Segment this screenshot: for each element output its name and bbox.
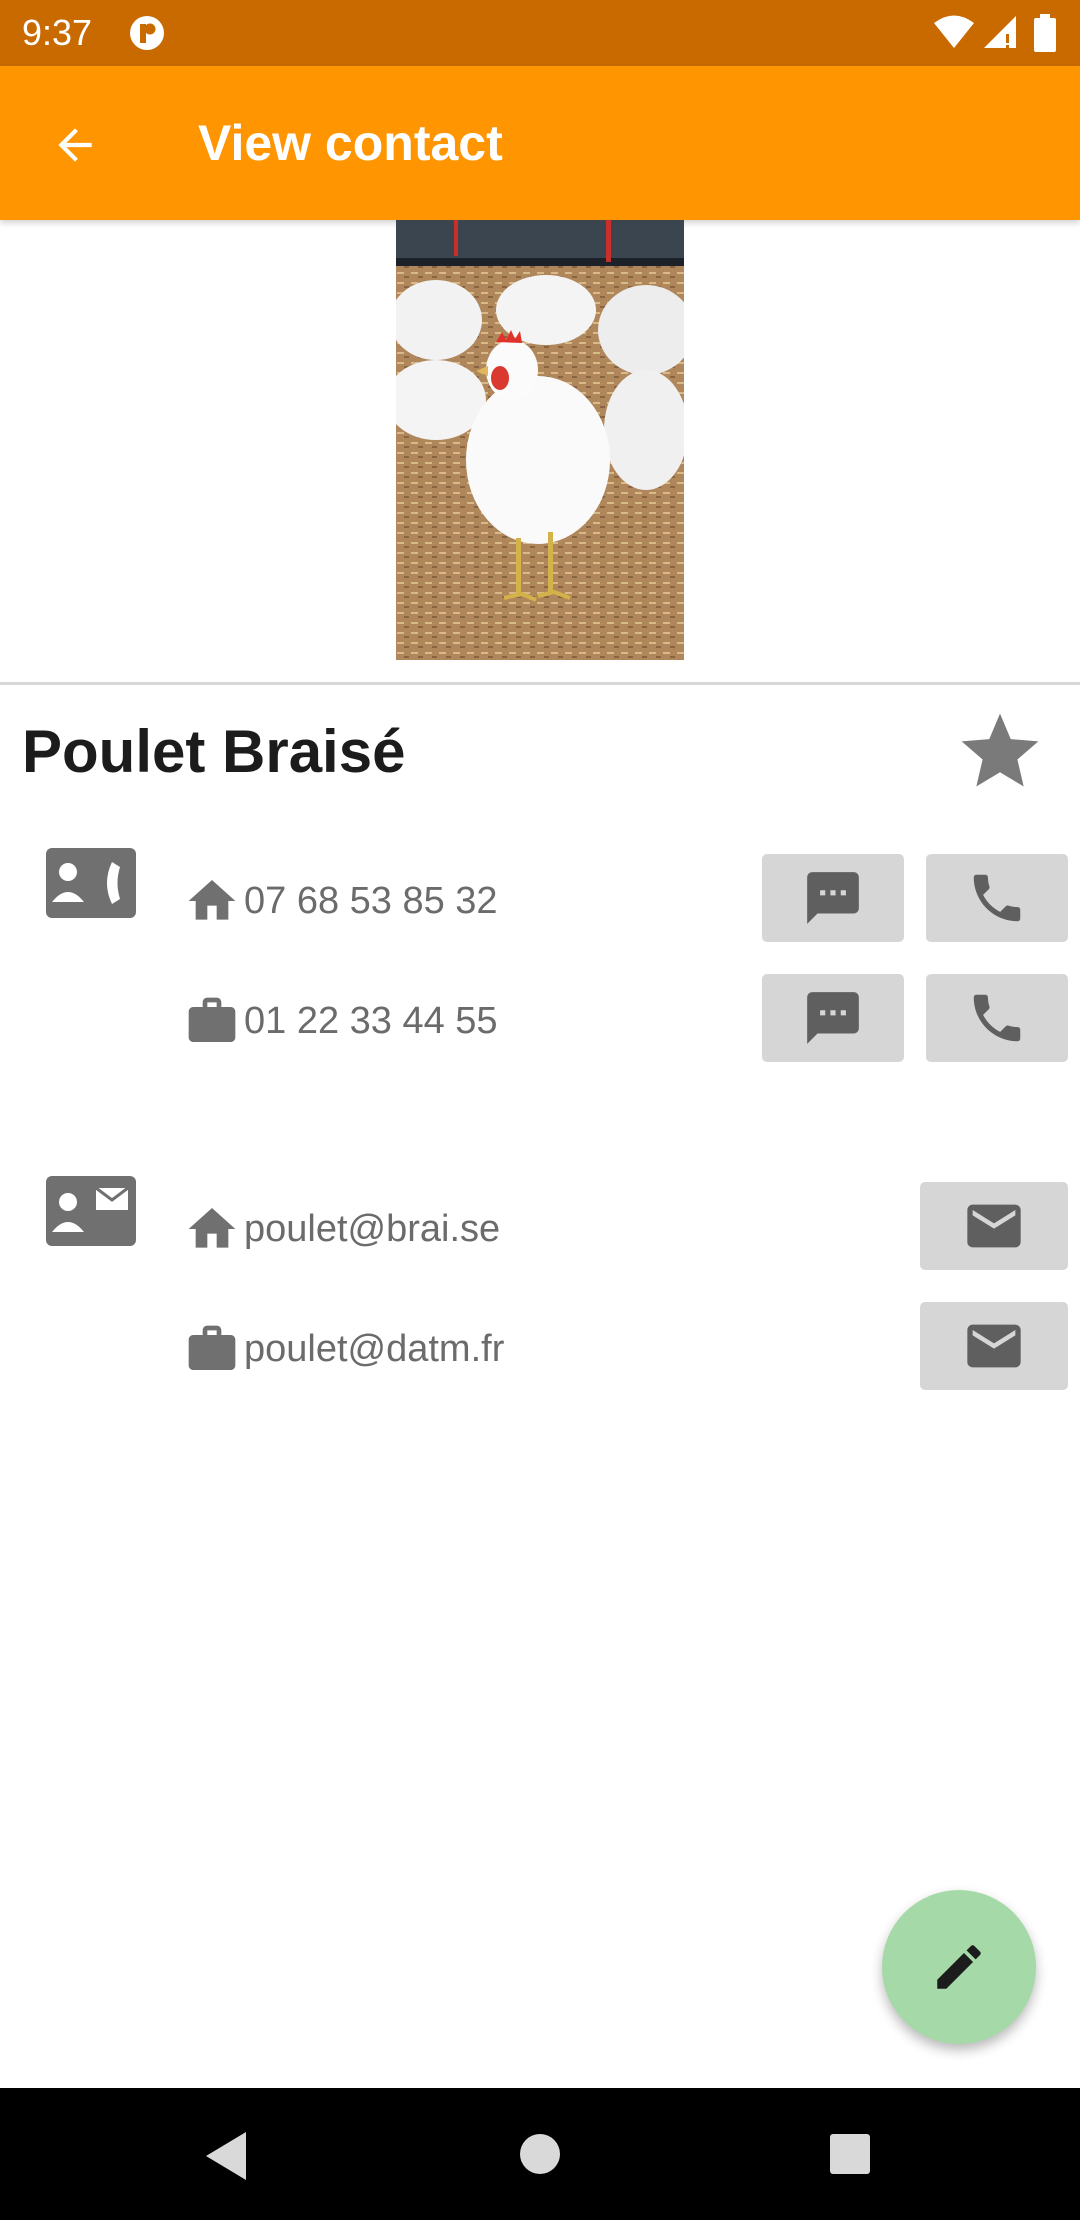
home-icon (188, 1208, 236, 1248)
message-icon (807, 992, 859, 1044)
battery-icon (1034, 14, 1056, 52)
edit-contact-button[interactable] (882, 1890, 1036, 2044)
page-title: View contact (198, 115, 503, 171)
mail-icon (967, 1204, 1021, 1248)
mail-icon (967, 1324, 1021, 1368)
phone-row-work[interactable]: 01 22 33 44 55 (184, 986, 498, 1056)
wifi-icon (934, 15, 974, 48)
phone-number-work: 01 22 33 44 55 (244, 999, 498, 1042)
status-time: 9:37 (22, 12, 93, 53)
sms-button-work[interactable] (762, 974, 904, 1062)
contact-name: Poulet Braisé (22, 718, 406, 785)
status-bar: 9:37 (0, 0, 1080, 66)
email-row-home[interactable]: poulet@brai.se (184, 1194, 500, 1264)
email-address-home: poulet@brai.se (244, 1207, 501, 1250)
email-button-home[interactable] (920, 1182, 1068, 1270)
photo-divider (0, 682, 1080, 685)
nav-back-icon[interactable] (202, 2130, 250, 2182)
contact-photo (396, 220, 684, 660)
notification-icon (130, 16, 164, 50)
contact-mail-icon (46, 1176, 136, 1246)
pencil-icon (937, 1945, 981, 1989)
email-button-work[interactable] (920, 1302, 1068, 1390)
signal-icon (984, 16, 1016, 48)
call-button-work[interactable] (926, 974, 1068, 1062)
email-address-work: poulet@datm.fr (244, 1327, 505, 1370)
sms-button-home[interactable] (762, 854, 904, 942)
phone-number-home: 07 68 53 85 32 (244, 879, 498, 922)
briefcase-icon (188, 1325, 236, 1370)
call-button-home[interactable] (926, 854, 1068, 942)
contact-phone-icon (46, 848, 136, 918)
phone-row-home[interactable]: 07 68 53 85 32 (184, 866, 498, 936)
system-nav-bar (0, 2088, 1080, 2220)
chicken-photo (396, 220, 684, 660)
nav-home-icon[interactable] (520, 2134, 560, 2174)
favorite-button[interactable] (950, 702, 1050, 802)
message-icon (807, 872, 859, 924)
back-button[interactable] (40, 110, 110, 180)
briefcase-icon (188, 997, 236, 1042)
home-icon (188, 880, 236, 920)
phone-icon (973, 874, 1021, 922)
email-row-work[interactable]: poulet@datm.fr (184, 1314, 504, 1384)
app-bar: View contact (0, 66, 1080, 220)
arrow-left-icon (58, 128, 92, 162)
phone-icon (973, 994, 1021, 1042)
nav-recents-icon[interactable] (830, 2134, 870, 2174)
star-icon (961, 713, 1039, 787)
